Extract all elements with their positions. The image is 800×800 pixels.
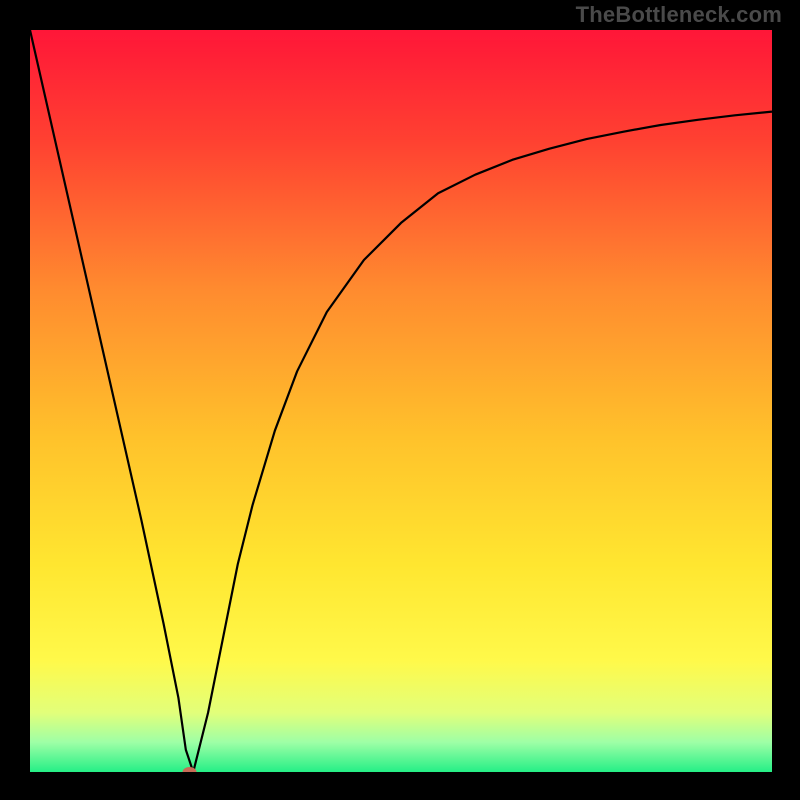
gradient-background [30,30,772,772]
watermark-label: TheBottleneck.com [576,2,782,28]
chart-svg [30,30,772,772]
plot-area [30,30,772,772]
chart-frame: TheBottleneck.com [0,0,800,800]
